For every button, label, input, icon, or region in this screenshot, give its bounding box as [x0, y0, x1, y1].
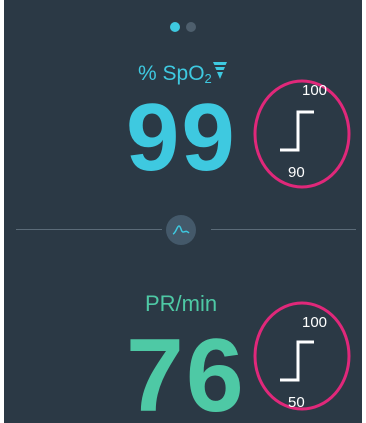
spo2-alarm-limits[interactable]: 100 90	[252, 78, 352, 190]
divider-right	[211, 229, 356, 230]
divider-left	[16, 229, 162, 230]
pr-limit-low: 50	[288, 394, 305, 411]
pr-value: 76	[126, 318, 246, 423]
pr-limit-high: 100	[302, 314, 328, 331]
spo2-label: % SpO2	[138, 62, 212, 86]
pulse-oximeter-screen: % SpO2 99 100 90 PR/min 76 100 50	[4, 0, 362, 423]
spo2-limit-high: 100	[302, 82, 328, 99]
spo2-label-text: % SpO	[138, 62, 205, 85]
page-dot-active[interactable]	[170, 22, 180, 32]
page-indicator[interactable]	[4, 22, 362, 32]
pr-alarm-limits[interactable]: 100 50	[252, 300, 352, 412]
spo2-limit-low: 90	[288, 164, 305, 181]
page-dot-inactive[interactable]	[186, 22, 196, 32]
pr-label: PR/min	[145, 291, 218, 316]
spo2-value: 99	[126, 84, 237, 191]
filter-icon	[213, 62, 227, 79]
waveform-icon	[172, 225, 190, 235]
pleth-toggle-button[interactable]	[166, 215, 196, 245]
